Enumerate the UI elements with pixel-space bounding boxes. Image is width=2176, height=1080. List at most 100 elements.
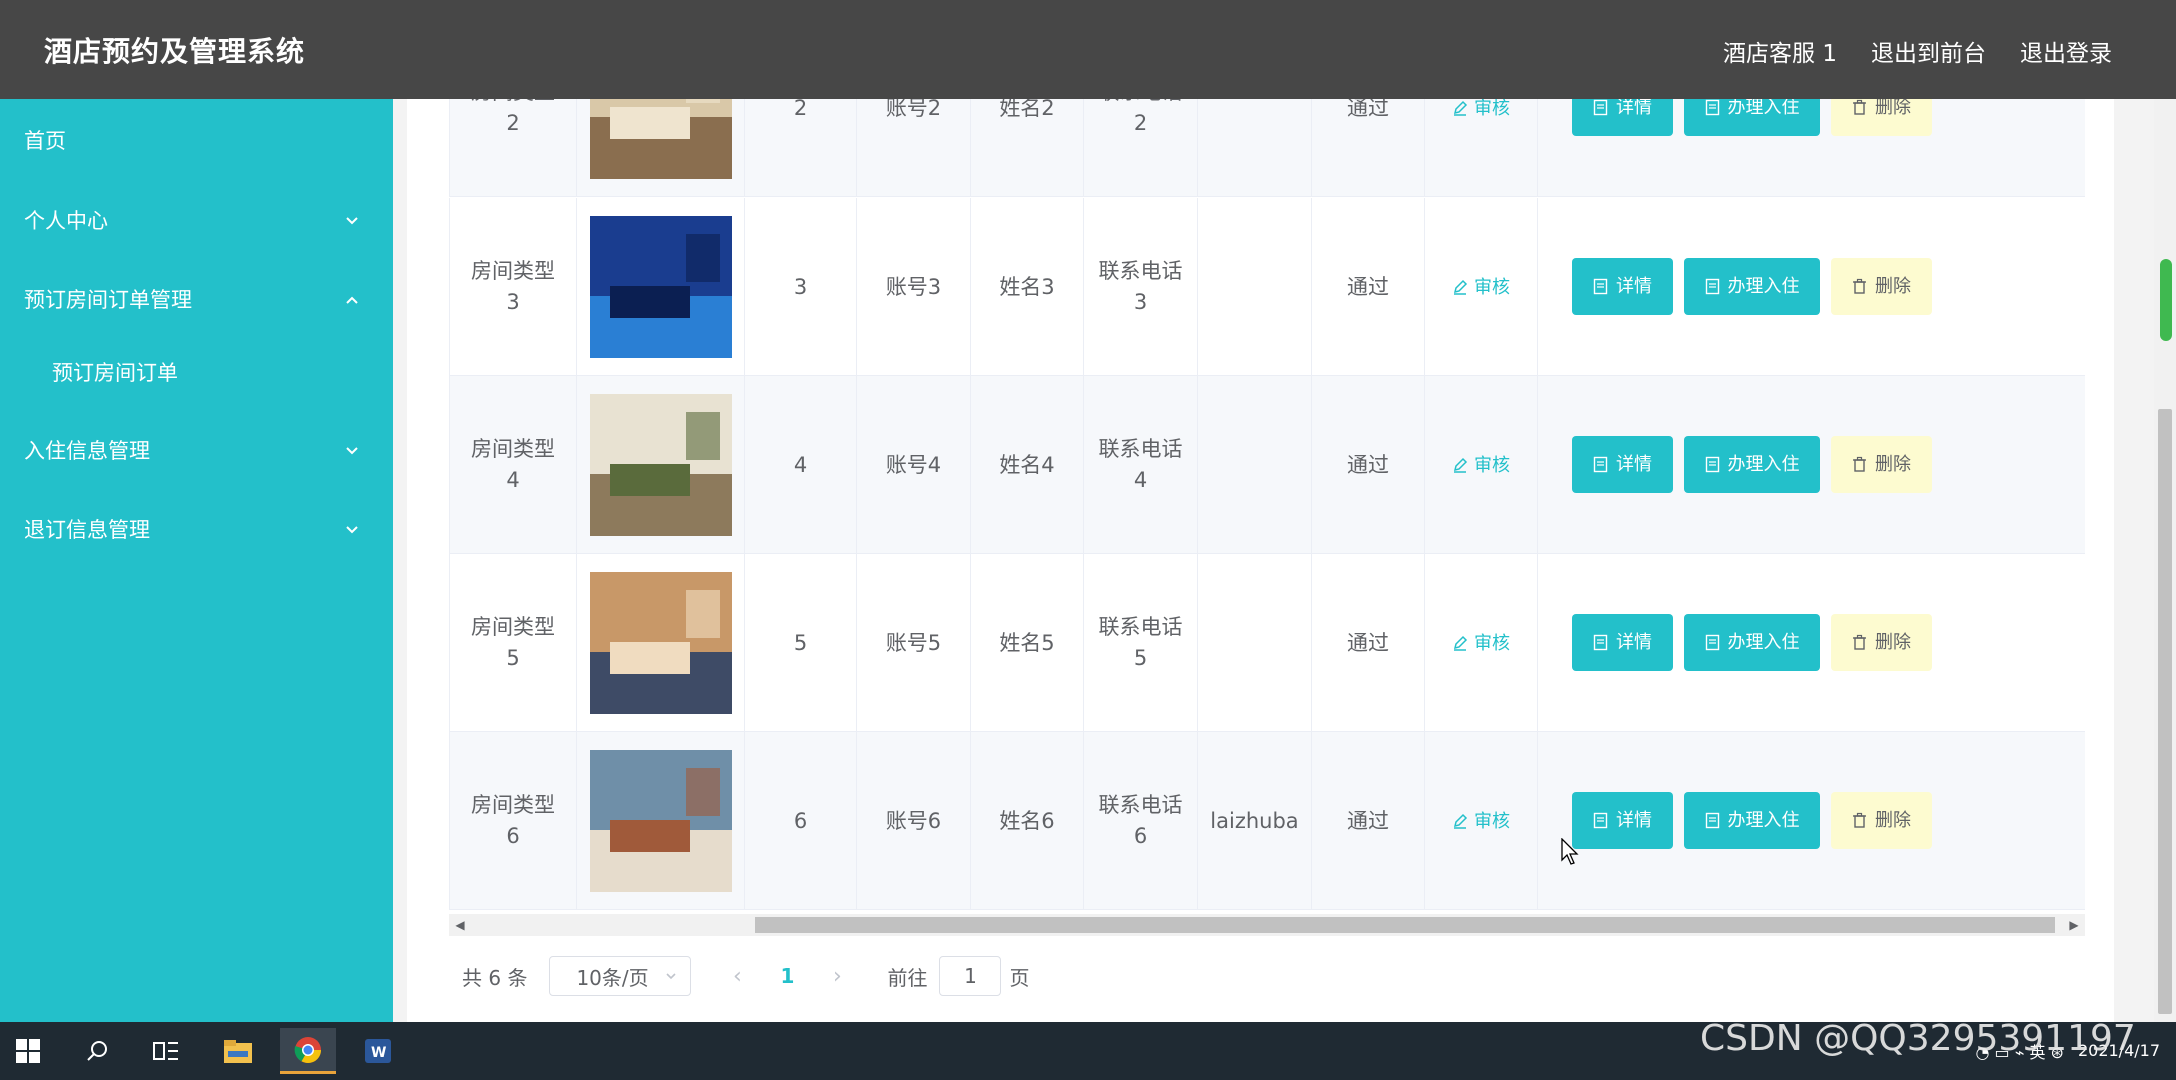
delete-label: 删除 (1875, 810, 1911, 831)
audit-label: 审核 (1474, 99, 1510, 119)
task-view-icon[interactable] (138, 1028, 194, 1074)
audit-link[interactable]: 审核 (1452, 628, 1510, 659)
document-icon (1593, 634, 1608, 651)
remark-cell (1198, 376, 1312, 554)
next-page-icon[interactable]: › (817, 964, 857, 989)
status-cell: 通过 (1312, 198, 1425, 376)
room-type-cell: 房间类型 3 (449, 198, 577, 376)
delete-button[interactable]: 删除 (1831, 436, 1932, 493)
edit-icon (1453, 279, 1468, 295)
search-icon[interactable] (70, 1028, 126, 1074)
page-number-current[interactable]: 1 (757, 964, 817, 988)
audit-link[interactable]: 审核 (1452, 272, 1510, 303)
windows-start-icon[interactable] (0, 1028, 56, 1074)
chrome-icon[interactable] (280, 1028, 336, 1074)
logout-link[interactable]: 退出登录 (2020, 34, 2112, 68)
checkin-button[interactable]: 办理入住 (1684, 99, 1820, 136)
name-cell: 姓名6 (971, 732, 1084, 910)
account-cell: 账号3 (857, 198, 971, 376)
room-photo (589, 394, 732, 536)
sidebar-item-personal-center[interactable]: 个人中心 (0, 190, 393, 250)
audit-cell: 审核 (1425, 554, 1538, 732)
audit-link[interactable]: 审核 (1452, 450, 1510, 481)
detail-button[interactable]: 详情 (1572, 436, 1673, 493)
delete-button[interactable]: 删除 (1831, 792, 1932, 849)
detail-label: 详情 (1616, 454, 1652, 475)
table-card: 房间类型 22账号2姓名2联系电话 2通过审核详情办理入住删除房间类型 33账号… (407, 99, 2114, 1022)
document-icon (1593, 278, 1608, 295)
sidebar-item-label: 首页 (24, 129, 66, 153)
room-photo (589, 99, 732, 179)
word-icon[interactable]: W (350, 1028, 406, 1074)
document-icon (1705, 812, 1719, 829)
status-cell: 通过 (1312, 99, 1425, 197)
detail-button[interactable]: 详情 (1572, 792, 1673, 849)
detail-button[interactable]: 详情 (1572, 258, 1673, 315)
actions-cell: 详情 办理入住 删除 (1538, 198, 2085, 376)
checkin-button[interactable]: 办理入住 (1684, 258, 1820, 315)
room-image-cell (577, 198, 745, 376)
chevron-down-icon (346, 526, 358, 534)
page-size-select[interactable]: 10条/页 (549, 956, 692, 996)
sidebar-item-room-orders[interactable]: 预订房间订单 (0, 342, 393, 402)
checkin-button[interactable]: 办理入住 (1684, 614, 1820, 671)
audit-label: 审核 (1474, 276, 1510, 298)
user-name-link[interactable]: 酒店客服 1 (1723, 34, 1837, 68)
sidebar-item-label: 预订房间订单 (52, 361, 178, 385)
horizontal-scrollbar[interactable]: ◀ ▶ (449, 914, 2085, 936)
delete-button[interactable]: 删除 (1831, 99, 1932, 136)
audit-label: 审核 (1474, 632, 1510, 654)
sidebar-item-home[interactable]: 首页 (0, 110, 393, 170)
remark-cell (1198, 198, 1312, 376)
scroll-right-icon[interactable]: ▶ (2063, 914, 2085, 936)
audit-link[interactable]: 审核 (1452, 806, 1510, 837)
room-photo (589, 572, 732, 714)
delete-button[interactable]: 删除 (1831, 614, 1932, 671)
audit-link[interactable]: 审核 (1452, 99, 1510, 124)
table-row: 房间类型 2 2账号2姓名2联系电话 2 通过 审核 详情 办理入住 删除 (449, 99, 2085, 197)
status-cell: 通过 (1312, 554, 1425, 732)
account-cell: 账号2 (857, 99, 971, 197)
mouse-cursor-icon (1561, 838, 1579, 865)
actions-cell: 详情 办理入住 删除 (1538, 376, 2085, 554)
phone-cell: 联系电话 5 (1084, 554, 1198, 732)
detail-button[interactable]: 详情 (1572, 614, 1673, 671)
edit-icon (1453, 457, 1468, 473)
prev-page-icon[interactable]: ‹ (717, 964, 757, 989)
name-cell: 姓名3 (971, 198, 1084, 376)
checkin-button[interactable]: 办理入住 (1684, 792, 1820, 849)
name-cell: 姓名2 (971, 99, 1084, 197)
delete-button[interactable]: 删除 (1831, 258, 1932, 315)
status-cell: 通过 (1312, 376, 1425, 554)
sidebar-item-booking-orders[interactable]: 预订房间订单管理 (0, 269, 393, 329)
scrollbar-thumb[interactable] (2158, 409, 2172, 1014)
room-type-cell: 房间类型 2 (449, 99, 577, 197)
room-type-cell: 房间类型 5 (449, 554, 577, 732)
vertical-scrollbar[interactable] (2154, 99, 2176, 1022)
document-icon (1705, 278, 1719, 295)
goto-page-input[interactable] (939, 956, 1002, 996)
trash-icon (1853, 812, 1866, 828)
floating-widget[interactable] (2160, 259, 2172, 341)
goto-label: 前往 (887, 965, 928, 990)
sidebar-item-label: 预订房间订单管理 (24, 288, 192, 312)
audit-cell: 审核 (1425, 99, 1538, 197)
back-to-frontend-link[interactable]: 退出到前台 (1871, 34, 1986, 68)
audit-cell: 审核 (1425, 198, 1538, 376)
page-size-value: 10条/页 (576, 965, 649, 990)
checkin-button[interactable]: 办理入住 (1684, 436, 1820, 493)
file-explorer-icon[interactable] (210, 1028, 266, 1074)
audit-cell: 审核 (1425, 732, 1538, 910)
scrollbar-thumb[interactable] (755, 917, 2055, 933)
sidebar-item-cancellation-info[interactable]: 退订信息管理 (0, 499, 393, 559)
document-icon (1593, 456, 1608, 473)
edit-icon (1453, 635, 1468, 651)
detail-button[interactable]: 详情 (1572, 99, 1673, 136)
scroll-left-icon[interactable]: ◀ (449, 914, 471, 936)
sidebar-item-checkin-info[interactable]: 入住信息管理 (0, 420, 393, 480)
sidebar: 首页 个人中心 预订房间订单管理 预订房间订单 入住信息管理 退订信息管理 (0, 99, 393, 1022)
detail-label: 详情 (1616, 632, 1652, 653)
room-image-cell (577, 376, 745, 554)
quantity-cell: 2 (745, 99, 857, 197)
quantity-cell: 4 (745, 376, 857, 554)
